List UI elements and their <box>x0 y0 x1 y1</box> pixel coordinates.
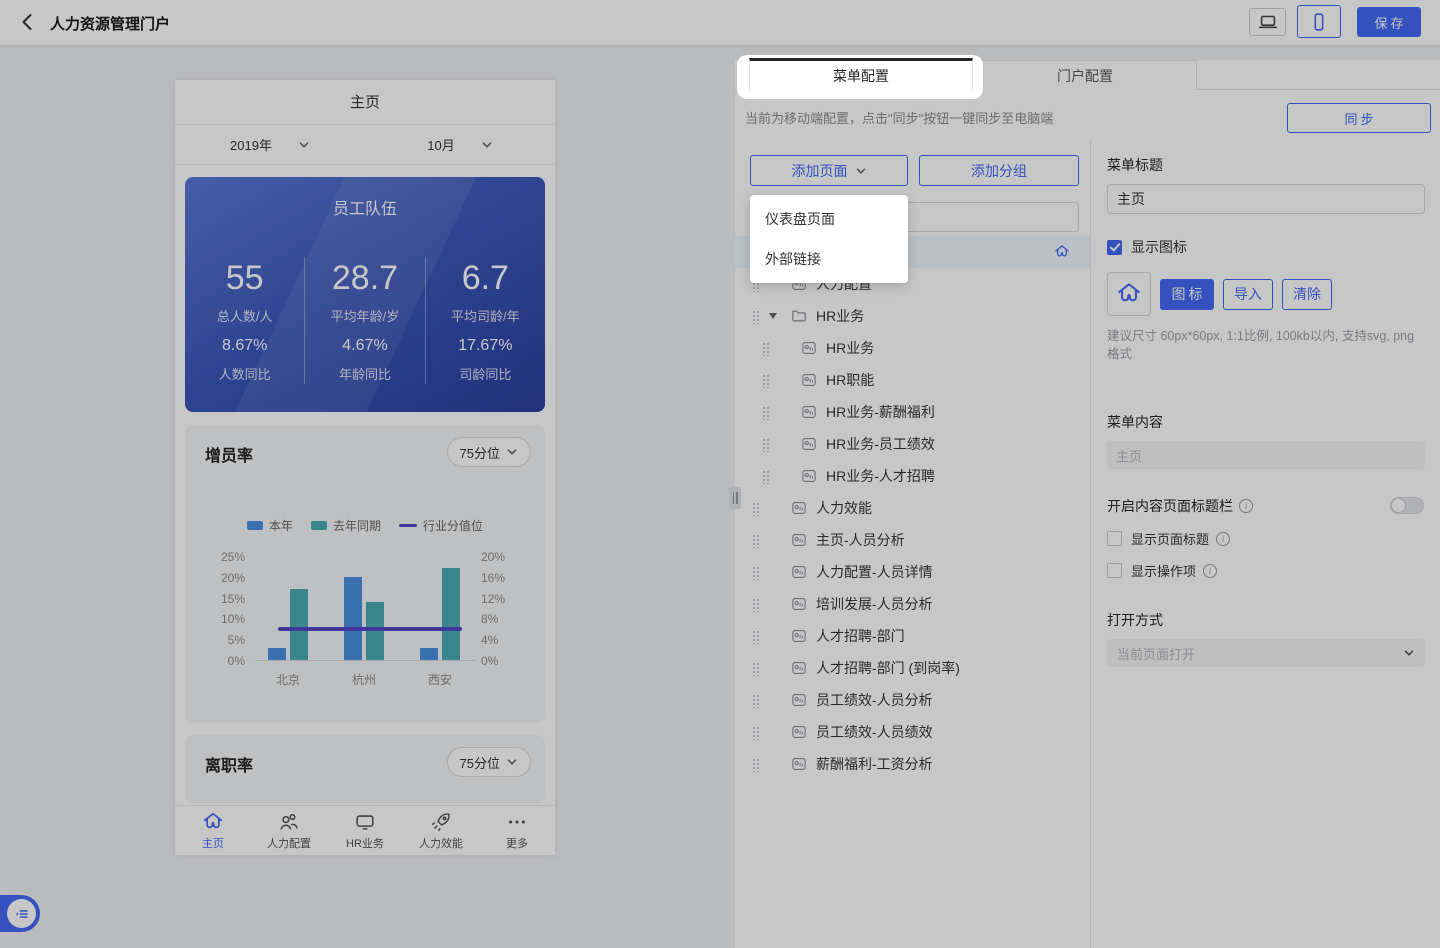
dropdown-item[interactable]: 外部链接 <box>750 239 908 279</box>
dropdown-item[interactable]: 仪表盘页面 <box>750 199 908 239</box>
add-page-dropdown: 仪表盘页面外部链接 <box>750 195 908 283</box>
modal-overlay <box>0 0 1440 948</box>
tab-menu-config[interactable]: 菜单配置 <box>749 58 973 90</box>
app: 人力资源管理门户 保存 主页 2019年 10月 员工队伍 55总人数/人8.6… <box>0 0 1440 948</box>
